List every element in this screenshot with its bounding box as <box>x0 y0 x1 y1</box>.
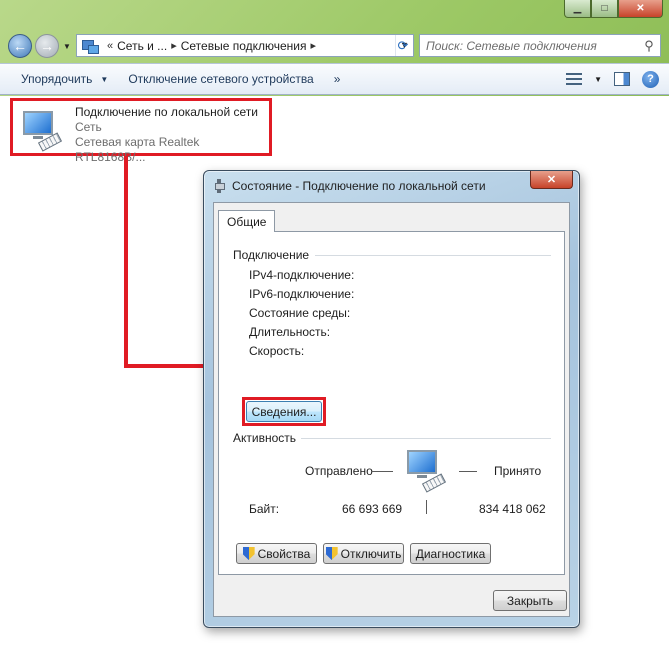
back-arrow-icon: ← <box>13 38 27 54</box>
disable-button-label: Отключить <box>340 546 402 561</box>
properties-button[interactable]: Свойства <box>236 543 317 564</box>
activity-group-label: Активность <box>233 431 297 445</box>
sent-dash <box>371 471 393 472</box>
search-input[interactable]: Поиск: Сетевые подключения ⚲ <box>419 34 661 57</box>
minimize-button[interactable]: ▁ <box>564 0 591 18</box>
forward-arrow-icon: → <box>40 38 54 54</box>
connection-adapter: Сетевая карта Realtek RTL8168B/... <box>75 135 200 164</box>
help-icon[interactable]: ? <box>642 70 659 88</box>
search-placeholder: Поиск: Сетевые подключения <box>426 38 597 53</box>
uac-shield-icon <box>326 547 338 560</box>
diagnose-button-label: Диагностика <box>415 546 486 561</box>
command-bar: Упорядочить ▼ Отключение сетевого устрой… <box>0 63 669 95</box>
connection-network: Сеть <box>75 120 102 134</box>
breadcrumb-separator[interactable]: ▸ <box>167 39 181 52</box>
dialog-client-area: Общие Подключение IPv4-подключение: IPv6… <box>213 202 570 617</box>
ipv4-label: IPv4-подключение: <box>249 268 355 282</box>
speed-label: Скорость: <box>249 344 305 358</box>
back-button[interactable]: ← <box>8 34 32 58</box>
breadcrumb-connections[interactable]: Сетевые подключения <box>181 39 307 53</box>
activity-group-divider <box>301 438 551 439</box>
bytes-divider <box>426 500 427 514</box>
received-dash <box>459 471 477 472</box>
chevron-down-icon: ▼ <box>100 74 109 84</box>
window-caption-buttons: ▁ □ ✕ <box>564 0 663 18</box>
annotation-line-vertical <box>124 156 128 368</box>
diagnose-button[interactable]: Диагностика <box>410 543 491 564</box>
general-tab-panel: Подключение IPv4-подключение: IPv6-подкл… <box>218 231 565 575</box>
dialog-close-button[interactable]: ✕ <box>530 171 573 189</box>
received-label: Принято <box>494 464 542 478</box>
view-dropdown-icon[interactable]: ▼ <box>594 75 602 84</box>
close-window-button[interactable]: ✕ <box>618 0 663 18</box>
organize-menu[interactable]: Упорядочить ▼ <box>0 72 118 86</box>
forward-button[interactable]: → <box>35 34 59 58</box>
disable-device-command[interactable]: Отключение сетевого устройства <box>118 72 323 86</box>
refresh-icon: ⟳ <box>397 38 409 53</box>
network-plug-icon <box>214 179 225 193</box>
network-folder-icon <box>81 38 99 54</box>
more-commands-button[interactable]: » <box>324 72 351 86</box>
uac-shield-icon <box>243 547 255 560</box>
command-bar-right-tools: ▼ ? <box>566 70 669 88</box>
breadcrumb-network[interactable]: Сеть и ... <box>117 39 167 53</box>
change-view-icon[interactable] <box>566 72 583 86</box>
dialog-title-bar: Состояние - Подключение по локальной сет… <box>214 179 486 193</box>
preview-pane-icon[interactable] <box>614 72 630 86</box>
connection-group-divider <box>315 255 551 256</box>
status-dialog: Состояние - Подключение по локальной сет… <box>203 170 580 628</box>
search-icon[interactable]: ⚲ <box>638 38 660 54</box>
organize-label: Упорядочить <box>21 72 93 86</box>
breadcrumb-separator[interactable]: ▸ <box>307 39 321 52</box>
network-adapter-icon <box>19 105 71 153</box>
refresh-button[interactable]: ⟳ <box>392 36 414 56</box>
media-state-label: Состояние среды: <box>249 306 351 320</box>
connection-group-label: Подключение <box>233 248 310 262</box>
duration-label: Длительность: <box>249 325 331 339</box>
tab-general[interactable]: Общие <box>218 210 276 232</box>
dialog-title: Состояние - Подключение по локальной сет… <box>232 179 486 193</box>
sent-label: Отправлено <box>305 464 373 478</box>
tab-general-label: Общие <box>227 214 267 229</box>
maximize-button[interactable]: □ <box>591 0 618 18</box>
close-button[interactable]: Закрыть <box>493 590 567 611</box>
more-commands-icon: » <box>333 72 341 86</box>
breadcrumb-overflow[interactable]: « <box>103 40 117 52</box>
explorer-window: ▁ □ ✕ ← → ▼ « Сеть и ... ▸ Сетевые подкл… <box>0 0 669 650</box>
bytes-received-value: 834 418 062 <box>479 502 546 516</box>
navigation-bar: ← → ▼ « Сеть и ... ▸ Сетевые подключения… <box>0 28 669 62</box>
disable-button[interactable]: Отключить <box>323 543 404 564</box>
details-highlight-frame <box>242 397 326 426</box>
bytes-sent-value: 66 693 669 <box>342 502 403 516</box>
connection-item-lan[interactable]: Подключение по локальной сети Сеть Сетев… <box>10 98 272 164</box>
ipv6-label: IPv6-подключение: <box>249 287 355 301</box>
properties-button-label: Свойства <box>257 546 311 561</box>
address-bar[interactable]: « Сеть и ... ▸ Сетевые подключения ▸ ▼ <box>76 34 414 57</box>
close-button-label: Закрыть <box>506 593 554 608</box>
connection-name: Подключение по локальной сети <box>75 105 258 119</box>
recent-pages-dropdown[interactable]: ▼ <box>63 42 71 51</box>
close-icon: ✕ <box>546 174 557 186</box>
activity-network-icon <box>399 448 455 496</box>
disable-device-label: Отключение сетевого устройства <box>128 72 314 86</box>
bytes-label: Байт: <box>249 502 280 516</box>
